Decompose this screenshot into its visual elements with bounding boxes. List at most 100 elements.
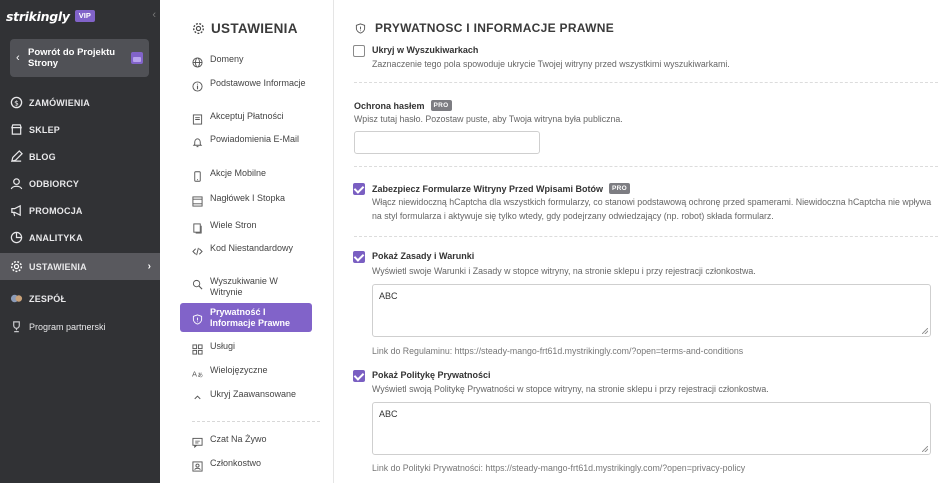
- subnav-divider: [192, 421, 320, 422]
- privacy-checkbox[interactable]: [353, 370, 365, 382]
- collapse-sidebar-chevron-icon[interactable]: ‹: [152, 9, 156, 21]
- subnav-item-hide-advanced[interactable]: Ukryj Zaawansowane: [180, 389, 312, 401]
- privacy-label-text: Pokaż Politykę Prywatności: [372, 370, 491, 380]
- pages-icon: [192, 221, 203, 234]
- nav-item-orders[interactable]: $ ZAMÓWIENIA: [0, 89, 160, 116]
- shield-icon: [192, 312, 203, 325]
- nav-label: BLOG: [29, 151, 56, 162]
- section-divider: [354, 166, 938, 167]
- subnav-item-multiple-pages[interactable]: Wiele Stron: [180, 220, 312, 234]
- gear-icon: [192, 22, 205, 35]
- subnav-item-payments[interactable]: Akceptuj Płatności: [180, 111, 312, 125]
- subnav-item-email-notifications[interactable]: Powiadomienia E-Mail: [180, 134, 312, 148]
- chat-icon: [192, 435, 203, 449]
- password-label-text: Ochrona hasłem: [354, 100, 425, 111]
- chevron-right-icon: ›: [147, 261, 151, 272]
- payment-icon: [192, 112, 203, 125]
- globe-icon: [192, 55, 203, 68]
- nav-label: ODBIORCY: [29, 178, 80, 189]
- shield-icon: [355, 22, 366, 34]
- subnav-item-domains[interactable]: Domeny: [180, 54, 312, 68]
- subnav-item-custom-code[interactable]: Kod Niestandardowy: [180, 243, 312, 256]
- blog-icon: [10, 150, 23, 163]
- main-sidebar: strikingly VIP ‹ ‹ Powrót do Projektu St…: [0, 0, 160, 483]
- pro-badge: PRO: [430, 100, 452, 111]
- brand[interactable]: strikingly VIP: [6, 8, 95, 24]
- hide-search-checkbox[interactable]: [353, 45, 365, 57]
- subnav-item-header-footer[interactable]: Nagłówek I Stopka: [180, 193, 312, 207]
- terms-link[interactable]: Link do Regulaminu: https://steady-mango…: [372, 346, 743, 356]
- back-button-label: Powrót do Projektu Strony: [28, 47, 116, 69]
- bot-protection-description: Włącz niewidoczną hCaptcha dla wszystkic…: [372, 197, 932, 221]
- search-icon: [192, 277, 203, 290]
- settings-subnav: USTAWIENIA Domeny Podstawowe Informacje …: [160, 0, 334, 483]
- orders-icon: $: [10, 96, 23, 109]
- nav-label: Program partnerski: [29, 321, 106, 332]
- subnav-item-membership[interactable]: Członkostwo: [180, 458, 312, 472]
- nav-item-blog[interactable]: BLOG: [0, 143, 160, 170]
- back-to-editor-button[interactable]: ‹ Powrót do Projektu Strony: [10, 39, 149, 77]
- password-description: Wpisz tutaj hasło. Pozostaw puste, aby T…: [354, 114, 623, 124]
- hide-search-label-text: Ukryj w Wyszukiwarkach: [372, 45, 479, 55]
- trophy-icon: [10, 320, 23, 333]
- hide-search-description: Zaznaczenie tego pola spowoduje ukrycie …: [372, 59, 730, 69]
- subnav-label: Usługi: [210, 341, 236, 351]
- nav-item-promotion[interactable]: PROMOCJA: [0, 197, 160, 224]
- gear-icon: [10, 260, 23, 273]
- promotion-icon: [10, 204, 23, 217]
- privacy-label: Pokaż Politykę Prywatności: [372, 370, 491, 380]
- nav-item-settings[interactable]: USTAWIENIA ›: [0, 253, 160, 280]
- terms-label: Pokaż Zasady i Warunki: [372, 251, 474, 261]
- svg-text:あ: あ: [198, 372, 204, 379]
- bot-protection-label: Zabezpiecz Formularze Witryny Przed Wpis…: [372, 183, 630, 194]
- subnav-label: Prywatność I Informacje Prawne: [210, 306, 291, 328]
- audience-icon: [10, 177, 23, 190]
- strikingly-logo: strikingly: [6, 8, 70, 24]
- membership-icon: [192, 459, 203, 472]
- subnav-item-privacy-legal[interactable]: Prywatność I Informacje Prawne: [180, 303, 312, 332]
- header-footer-icon: [192, 194, 203, 207]
- nav-label: ZAMÓWIENIA: [29, 97, 90, 108]
- subnav-label: Czat Na Żywo: [210, 434, 267, 444]
- subnav-label: Domeny: [210, 54, 244, 64]
- subnav-label: Powiadomienia E-Mail: [210, 134, 300, 144]
- password-label: Ochrona hasłem PRO: [354, 100, 452, 111]
- terms-label-text: Pokaż Zasady i Warunki: [372, 251, 475, 261]
- chevron-left-icon: ‹: [16, 52, 20, 64]
- section-divider: [354, 236, 938, 237]
- subnav-item-services[interactable]: Usługi: [180, 341, 312, 355]
- svg-text:$: $: [14, 98, 19, 107]
- subnav-item-live-chat[interactable]: Czat Na Żywo: [180, 434, 312, 449]
- nav-item-partner-program[interactable]: Program partnerski: [0, 313, 160, 340]
- subnav-item-mobile-actions[interactable]: Akcje Mobilne: [180, 168, 312, 182]
- privacy-textarea[interactable]: ABC: [372, 402, 931, 455]
- subnav-label: Nagłówek I Stopka: [210, 193, 286, 203]
- subnav-label: Kod Niestandardowy: [210, 243, 294, 253]
- nav-label: USTAWIENIA: [29, 261, 87, 272]
- nav-item-analytics[interactable]: ANALITYKA: [0, 224, 160, 251]
- privacy-description: Wyświetl swoją Politykę Prywatności w st…: [372, 384, 769, 394]
- terms-textarea[interactable]: ABC: [372, 284, 931, 337]
- nav-label: ZESPÓŁ: [29, 293, 67, 304]
- privacy-link[interactable]: Link do Polityki Prywatności: https://st…: [372, 463, 745, 473]
- pro-badge: PRO: [608, 183, 630, 194]
- nav-item-audience[interactable]: ODBIORCY: [0, 170, 160, 197]
- terms-checkbox[interactable]: [353, 251, 365, 263]
- nav-item-store[interactable]: SKLEP: [0, 116, 160, 143]
- info-icon: [192, 79, 203, 92]
- terms-description: Wyświetl swoje Warunki i Zasady w stopce…: [372, 266, 756, 276]
- subnav-item-multilingual[interactable]: Aあ Wielojęzyczne: [180, 365, 312, 379]
- subnav-item-site-search[interactable]: Wyszukiwanie W Witrynie: [180, 276, 312, 298]
- nav-label: ANALITYKA: [29, 232, 83, 243]
- subnav-item-basic-info[interactable]: Podstawowe Informacje: [180, 78, 312, 92]
- privacy-settings-panel: PRYWATNOSC I INFORMACJE PRAWNE Ukryj w W…: [335, 0, 944, 483]
- mobile-icon: [192, 169, 203, 182]
- bot-protection-checkbox[interactable]: [353, 183, 365, 195]
- nav-item-team[interactable]: ZESPÓŁ: [0, 285, 160, 312]
- subnav-title-text: USTAWIENIA: [211, 21, 298, 36]
- store-icon: [10, 123, 23, 136]
- password-input[interactable]: [354, 131, 540, 154]
- translate-icon: Aあ: [192, 366, 204, 379]
- vip-badge: VIP: [74, 10, 95, 22]
- page-title-text: PRYWATNOSC I INFORMACJE PRAWNE: [375, 21, 615, 35]
